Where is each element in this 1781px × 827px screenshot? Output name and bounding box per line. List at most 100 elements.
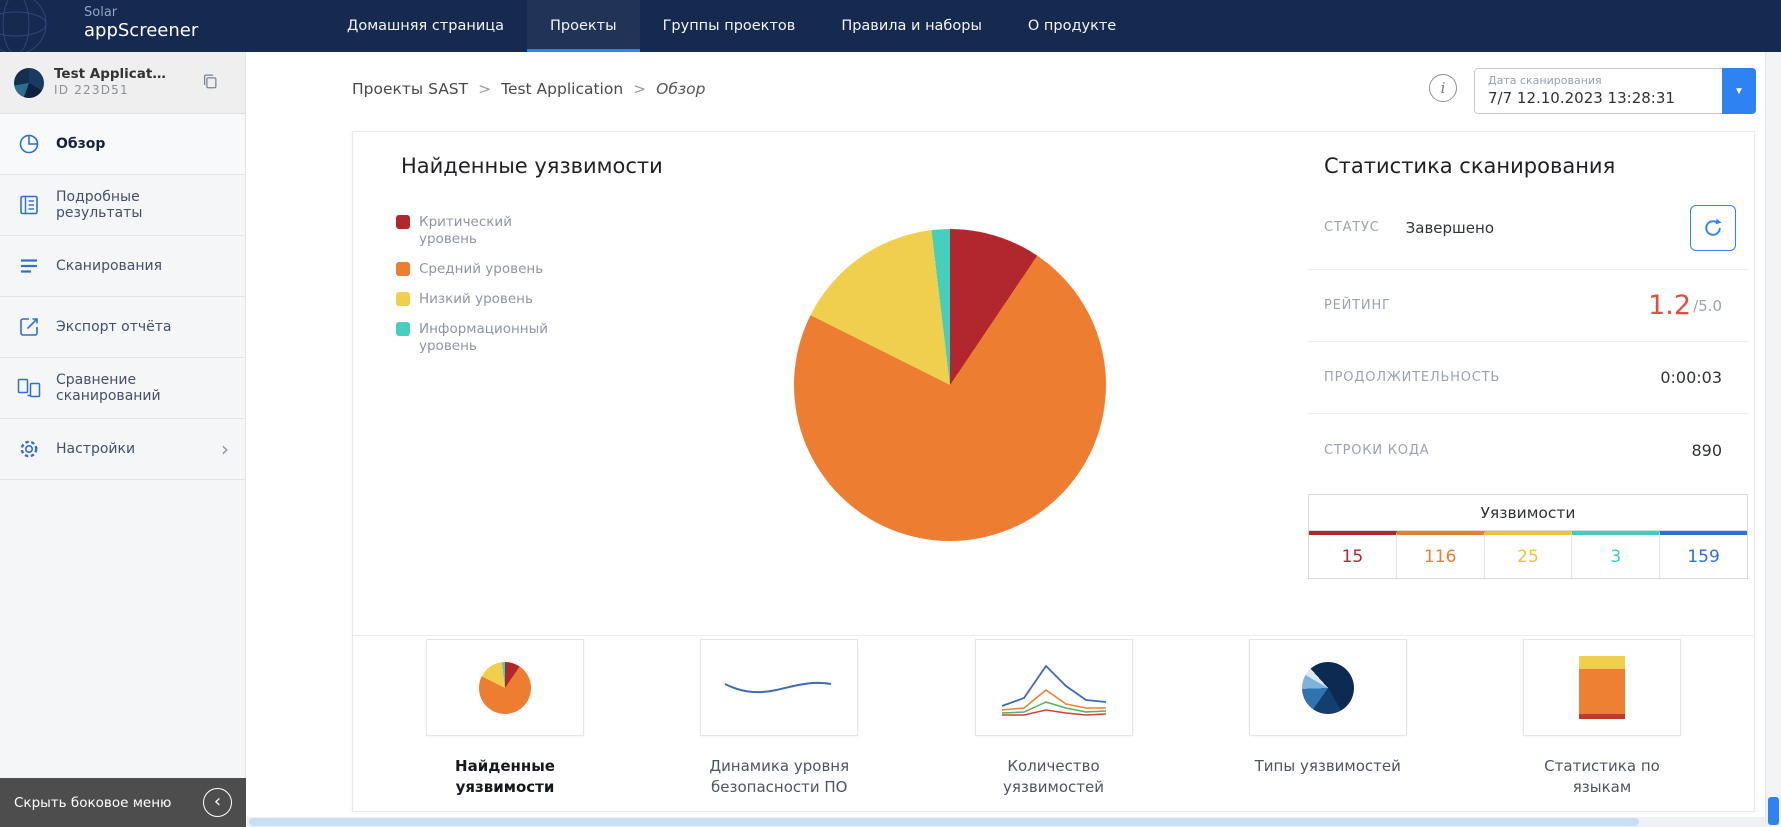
vuln-count: 25 (1517, 546, 1539, 567)
legend-item-medium: Средний уровень (396, 261, 556, 278)
vuln-count: 159 (1687, 546, 1720, 567)
rating-label: РЕЙТИНГ (1324, 298, 1391, 313)
vuln-table-cell: 159 (1660, 531, 1747, 578)
vuln-table-cell: 15 (1309, 531, 1397, 578)
status-label: СТАТУС (1324, 220, 1380, 235)
legend-item-critical: Критический уровень (396, 214, 556, 248)
thumbnail-card[interactable] (426, 639, 584, 736)
sidebar-item-label: Настройки (56, 441, 136, 457)
legend-label: Низкий уровень (419, 291, 533, 307)
globe-decoration-icon (0, 0, 47, 52)
horizontal-scrollbar[interactable] (247, 817, 1765, 827)
vertical-scrollbar-thumb[interactable] (1768, 797, 1779, 825)
mini-dark-pie-icon (1301, 661, 1354, 714)
rating-value: 1.2 (1648, 290, 1692, 321)
collapse-sidebar-button[interactable]: Скрыть боковое меню ‹ (0, 778, 246, 827)
scan-date-label: Дата сканирования (1488, 74, 1602, 87)
thumbnails-divider (353, 635, 1754, 636)
thumbnail-label: Статистика по языкам (1544, 757, 1660, 796)
legend-label: Информационный уровень (419, 321, 549, 354)
thumbnail-language-statistics[interactable]: Статистика по языкам (1512, 639, 1692, 798)
nav-item-rules[interactable]: Правила и наборы (818, 0, 1005, 52)
nav-item-home[interactable]: Домашняя страница (324, 0, 527, 52)
mini-stacked-bar-icon (1579, 656, 1625, 719)
pie-legend: Критический уровень Средний уровень Низк… (396, 214, 556, 355)
legend-swatch (396, 292, 410, 306)
rating-row: РЕЙТИНГ 1.2 /5.0 (1308, 270, 1748, 342)
chart-thumbnails-row: Найденные уязвимости Динамика уровня без… (353, 639, 1754, 798)
nav-item-project-groups[interactable]: Группы проектов (640, 0, 819, 52)
export-report-icon (16, 314, 42, 340)
rating-max: /5.0 (1693, 296, 1722, 315)
sidebar-item-export-report[interactable]: Экспорт отчёта (0, 297, 245, 358)
app-logo: Solar appScreener (0, 0, 246, 52)
nav-item-projects[interactable]: Проекты (527, 0, 640, 52)
overview-pie-icon (16, 131, 42, 157)
legend-item-info: Информационный уровень (396, 321, 556, 355)
thumbnail-card[interactable] (1523, 639, 1681, 736)
project-header: Test Applicat… ID 223D51 (0, 52, 245, 114)
thumbnail-security-level-dynamics[interactable]: Динамика уровня безопасности ПО (689, 639, 869, 798)
sidebar-item-detailed-results[interactable]: Подробные результаты (0, 175, 245, 236)
copy-icon (203, 74, 217, 89)
thumbnail-vulnerability-count[interactable]: Количество уязвимостей (964, 639, 1144, 798)
thumbnail-card[interactable] (1248, 639, 1407, 736)
horizontal-scrollbar-thumb[interactable] (249, 818, 1639, 826)
legend-item-low: Низкий уровень (396, 291, 556, 308)
thumbnail-found-vulnerabilities[interactable]: Найденные уязвимости (415, 639, 595, 798)
breadcrumb-separator: > (633, 80, 647, 98)
vuln-table-title: Уязвимости (1309, 495, 1747, 531)
sidebar-item-compare-scans[interactable]: Сравнение сканирований (0, 358, 245, 419)
thumbnail-label: Динамика уровня безопасности ПО (709, 757, 850, 796)
sidebar-item-overview[interactable]: Обзор (0, 114, 245, 175)
mini-pie-icon (479, 661, 531, 714)
mini-line-chart-icon (724, 681, 832, 693)
rescan-button[interactable] (1690, 204, 1736, 251)
thumbnail-card[interactable] (974, 639, 1133, 736)
project-name: Test Applicat… (54, 65, 166, 82)
thumbnail-vulnerability-types[interactable]: Типы уязвимостей (1238, 639, 1418, 798)
sidebar-item-scans[interactable]: Сканирования (0, 236, 245, 297)
thumbnail-label: Типы уязвимостей (1254, 757, 1401, 775)
found-vulnerabilities-title: Найденные уязвимости (401, 154, 663, 178)
sidebar-item-label: Сканирования (56, 258, 163, 274)
thumbnail-card[interactable] (700, 639, 859, 736)
status-value: Завершено (1405, 218, 1494, 237)
chevron-right-icon: › (221, 437, 229, 461)
logo-line-solar: Solar (84, 5, 118, 20)
legend-swatch (396, 262, 410, 276)
scan-date-selector[interactable]: Дата сканирования 7/7 12.10.2023 13:28:3… (1474, 68, 1756, 114)
vuln-table-cell: 116 (1396, 531, 1485, 578)
sidebar-item-label: Экспорт отчёта (56, 319, 172, 335)
legend-swatch (396, 215, 410, 229)
breadcrumb: Проекты SAST > Test Application > Обзор (352, 80, 706, 98)
legend-label: Средний уровень (419, 261, 544, 277)
sidebar-item-settings[interactable]: Настройки › (0, 419, 245, 480)
vulnerabilities-pie (794, 229, 1106, 541)
sidebar-item-label: Подробные результаты (56, 189, 143, 221)
logo-line-appscreener: appScreener (84, 19, 199, 41)
thumbnail-label: Количество уязвимостей (1003, 757, 1104, 796)
lines-of-code-row: СТРОКИ КОДА 890 (1308, 414, 1748, 486)
scan-date-value: 7/7 12.10.2023 13:28:31 (1488, 89, 1675, 107)
vuln-table-row: 15 116 25 3 159 (1309, 531, 1747, 578)
legend-label: Критический уровень (419, 214, 512, 247)
duration-row: ПРОДОЛЖИТЕЛЬНОСТЬ 0:00:03 (1308, 342, 1748, 414)
vertical-scrollbar[interactable] (1765, 52, 1781, 827)
mini-multiline-chart-icon (1001, 664, 1106, 716)
scan-date-dropdown-button[interactable]: ▼ (1722, 68, 1756, 114)
main-content: Проекты SAST > Test Application > Обзор … (247, 52, 1765, 827)
breadcrumb-projects-sast[interactable]: Проекты SAST (352, 80, 468, 98)
scan-statistics-panel: Статистика сканирования СТАТУС Завершено… (1308, 132, 1748, 579)
legend-swatch (396, 322, 410, 336)
chevron-left-icon: ‹ (203, 788, 232, 817)
top-nav: Solar appScreener Домашняя страница Прое… (0, 0, 1781, 52)
nav-item-about[interactable]: О продукте (1005, 0, 1139, 52)
copy-project-id-button[interactable] (201, 72, 219, 93)
vuln-count: 15 (1341, 546, 1364, 567)
info-icon[interactable]: i (1429, 74, 1457, 102)
breadcrumb-test-application[interactable]: Test Application (501, 80, 623, 98)
vulnerabilities-summary-table: Уязвимости 15 116 25 3 159 (1308, 494, 1748, 579)
vuln-count: 116 (1423, 546, 1457, 567)
sidebar: Test Applicat… ID 223D51 Обзор Подробные… (0, 52, 246, 827)
